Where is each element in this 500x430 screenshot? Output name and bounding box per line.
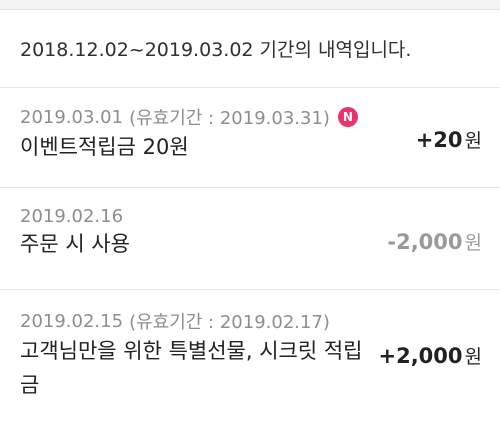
period-header: 2018.12.02~2019.03.02 기간의 내역입니다. (0, 10, 500, 88)
amount-value: +20 (415, 128, 463, 152)
list-item[interactable]: 2019.03.01 (유효기간 : 2019.03.31) N 이벤트적립금 … (0, 88, 500, 188)
date-line: 2019.02.15 (유효기간 : 2019.02.17) (20, 308, 482, 334)
amount-unit: 원 (464, 346, 482, 368)
amount-value: -2,000 (387, 230, 463, 254)
entry-title: 고객님만을 위한 특별선물, 시크릿 적립금 (20, 339, 363, 397)
top-strip (0, 0, 500, 10)
amount-unit: 원 (464, 232, 482, 254)
period-text: 2018.12.02~2019.03.02 기간의 내역입니다. (20, 39, 412, 61)
entry-title: 이벤트적립금 20원 (20, 135, 189, 159)
entry-amount: +20 원 (416, 126, 482, 153)
entry-amount: -2,000 원 (387, 228, 482, 255)
entry-date: 2019.03.01 (20, 106, 124, 128)
amount-value: +2,000 (378, 344, 463, 368)
entry-validity: (유효기간 : 2019.02.17) (129, 312, 330, 333)
amount-unit: 원 (464, 130, 482, 152)
list-item[interactable]: 2019.02.16 주문 시 사용 -2,000 원 (0, 188, 500, 290)
list-item[interactable]: 2019.02.15 (유효기간 : 2019.02.17) 고객님만을 위한 … (0, 290, 500, 430)
date-line: 2019.02.16 (20, 206, 482, 227)
date-line: 2019.03.01 (유효기간 : 2019.03.31) N (20, 104, 482, 130)
entry-date: 2019.02.16 (20, 206, 124, 227)
entry-validity: (유효기간 : 2019.03.31) (129, 108, 330, 129)
new-badge-icon: N (337, 107, 358, 127)
entry-date: 2019.02.15 (20, 310, 124, 332)
entry-amount: +2,000 원 (378, 342, 482, 369)
